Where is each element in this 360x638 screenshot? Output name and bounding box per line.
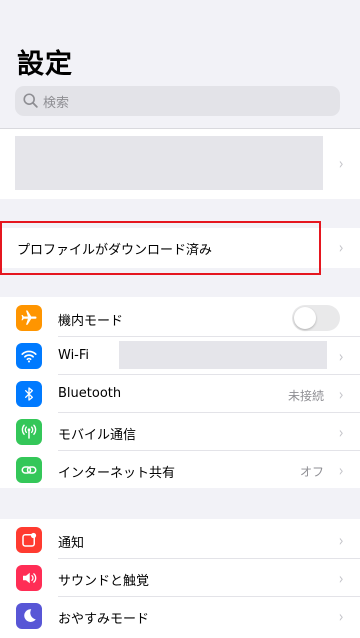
- bluetooth-icon: [16, 381, 42, 407]
- wifi-network-redacted: [119, 341, 327, 369]
- chevron-right-icon: ›: [338, 607, 344, 626]
- cellular-label: モバイル通信: [58, 428, 137, 443]
- search-placeholder: 検索: [43, 95, 70, 111]
- moon-icon: [16, 603, 42, 629]
- dnd-row[interactable]: おやすみモード ›: [0, 597, 360, 635]
- dnd-label: おやすみモード: [58, 612, 150, 627]
- notifications-group: 通知 › サウンドと触覚 › おやすみモード ›: [0, 519, 360, 638]
- airplane-icon: [16, 305, 42, 331]
- hotspot-status: オフ: [299, 465, 324, 479]
- speaker-icon: [16, 565, 42, 591]
- notifications-row[interactable]: 通知 ›: [0, 521, 360, 559]
- bluetooth-status: 未接続: [287, 389, 324, 403]
- chevron-right-icon: ›: [338, 531, 344, 550]
- airplane-mode-toggle[interactable]: [292, 305, 340, 331]
- wifi-icon: [16, 343, 42, 369]
- chevron-right-icon: ›: [338, 461, 344, 480]
- chevron-right-icon: ›: [338, 385, 344, 404]
- bluetooth-label: Bluetooth: [58, 386, 122, 401]
- sounds-label: サウンドと触覚: [58, 574, 150, 589]
- bluetooth-row[interactable]: Bluetooth 未接続 ›: [0, 375, 360, 413]
- chevron-right-icon: ›: [338, 423, 344, 442]
- airplane-mode-row: 機内モード: [0, 299, 360, 337]
- search-icon: [23, 93, 38, 108]
- hotspot-icon: [16, 457, 42, 483]
- page-title: 設定: [17, 49, 73, 80]
- chevron-right-icon: ›: [338, 569, 344, 588]
- airplane-mode-label: 機内モード: [58, 314, 124, 329]
- notifications-label: 通知: [58, 536, 85, 551]
- sounds-row[interactable]: サウンドと触覚 ›: [0, 559, 360, 597]
- search-field[interactable]: 検索: [15, 86, 340, 116]
- connectivity-group: 機内モード Wi-Fi › Bluetooth 未接続 › モバイル通信 › イ…: [0, 297, 360, 488]
- chevron-right-icon: ›: [338, 347, 344, 366]
- apple-id-row[interactable]: ›: [0, 129, 360, 199]
- chevron-right-icon: ›: [338, 238, 344, 257]
- antenna-icon: [16, 419, 42, 445]
- hotspot-row[interactable]: インターネット共有 オフ ›: [0, 451, 360, 489]
- toggle-knob: [294, 307, 316, 329]
- highlight-box: [0, 221, 321, 275]
- account-info-redacted: [15, 136, 323, 190]
- cellular-row[interactable]: モバイル通信 ›: [0, 413, 360, 451]
- hotspot-label: インターネット共有: [58, 466, 176, 481]
- notification-icon: [16, 527, 42, 553]
- wifi-label: Wi-Fi: [58, 348, 90, 363]
- wifi-row[interactable]: Wi-Fi ›: [0, 337, 360, 375]
- chevron-right-icon: ›: [338, 154, 344, 173]
